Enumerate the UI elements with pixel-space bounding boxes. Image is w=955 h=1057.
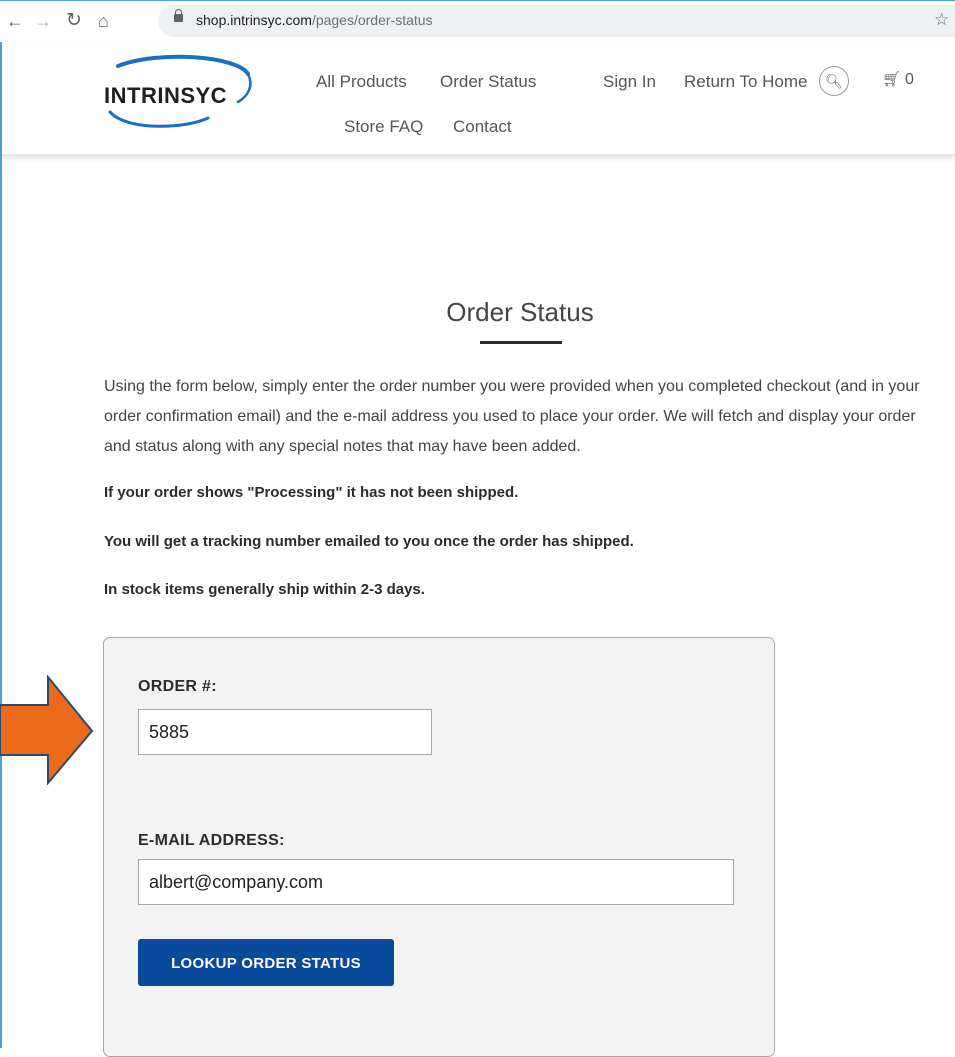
nav-return-home[interactable]: Return To Home <box>684 72 807 92</box>
nav-store-faq[interactable]: Store FAQ <box>344 117 423 137</box>
site-header: INTRINSYC All Products Order Status Sign… <box>2 42 955 155</box>
orange-arrow-icon <box>0 675 94 785</box>
url-path: /pages/order-status <box>311 12 433 28</box>
note-processing: If your order shows "Processing" it has … <box>104 484 519 501</box>
nav-contact[interactable]: Contact <box>453 117 512 137</box>
intro-text: Using the form below, simply enter the o… <box>104 378 920 455</box>
url-domain: shop.intrinsyc.com <box>196 12 312 28</box>
lock-icon <box>174 9 183 22</box>
order-number-input[interactable] <box>138 709 432 755</box>
url-text: shop.intrinsyc.com/pages/order-status <box>196 12 433 28</box>
browser-toolbar: ← → ↻ ⌂ shop.intrinsyc.com/pages/order-s… <box>0 0 955 42</box>
bookmark-star-icon[interactable]: ☆ <box>934 10 949 30</box>
order-number-label: ORDER #: <box>138 678 217 695</box>
cart-count[interactable]: 0 <box>905 71 914 89</box>
address-bar[interactable]: shop.intrinsyc.com/pages/order-status <box>158 5 955 37</box>
reload-icon[interactable]: ↻ <box>66 9 82 33</box>
search-icon[interactable]: 🔍︎ <box>819 66 849 96</box>
nav-order-status[interactable]: Order Status <box>440 72 536 92</box>
title-divider <box>480 341 562 344</box>
back-arrow-icon[interactable]: ← <box>6 9 24 33</box>
note-tracking: You will get a tracking number emailed t… <box>104 533 634 550</box>
nav-all-products[interactable]: All Products <box>316 72 407 92</box>
nav-sign-in[interactable]: Sign In <box>603 72 656 92</box>
cart-icon[interactable]: 🛒︎ <box>882 70 901 88</box>
logo-text: INTRINSYC <box>104 83 228 108</box>
note-stock: In stock items generally ship within 2-3… <box>104 581 425 598</box>
page-title: Order Status <box>446 297 594 328</box>
home-icon[interactable]: ⌂ <box>98 9 109 33</box>
email-input[interactable] <box>138 859 734 905</box>
intrinsyc-logo[interactable]: INTRINSYC <box>98 52 258 132</box>
forward-arrow-icon[interactable]: → <box>34 9 52 33</box>
email-label: E-MAIL ADDRESS: <box>138 832 285 849</box>
lookup-order-status-button[interactable]: LOOKUP ORDER STATUS <box>138 939 394 986</box>
